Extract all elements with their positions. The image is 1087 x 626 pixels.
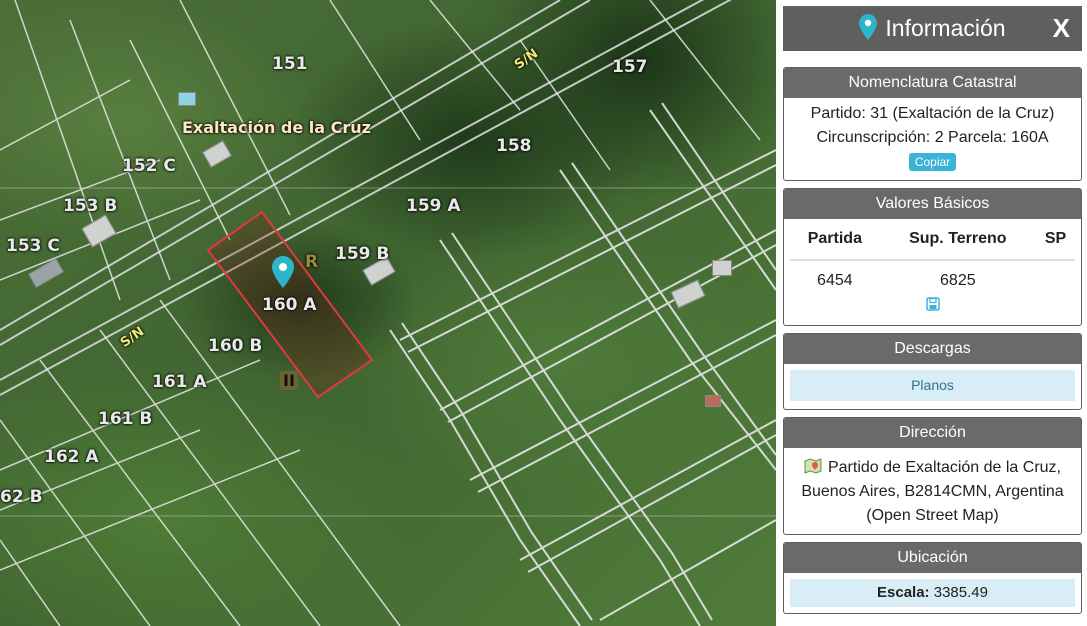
panel-title-text: Información	[885, 15, 1006, 41]
planos-button[interactable]: Planos	[790, 370, 1075, 401]
nomenclatura-card: Nomenclatura Catastral Partido: 31 (Exal…	[783, 67, 1082, 181]
building	[705, 395, 721, 407]
parcel-label-153b: 153 B	[63, 196, 118, 216]
parcel-label-160a: 160 A	[262, 295, 317, 315]
scale-label: Escala:	[877, 584, 930, 601]
parcel-label-161a: 161 A	[152, 372, 207, 392]
map-pin-icon	[859, 14, 878, 40]
save-icon[interactable]	[925, 297, 940, 311]
close-button[interactable]: X	[1053, 6, 1070, 51]
column-header: Sup. Terreno	[879, 221, 1036, 261]
parcel-label-152c: 152 C	[122, 156, 176, 176]
card-title: Dirección	[784, 418, 1081, 448]
valores-table: Partida Sup. Terreno SP 6454 6825	[790, 221, 1075, 295]
parcel-label-159b: 159 B	[335, 244, 390, 264]
parcel-label-153c: 153 C	[6, 236, 60, 256]
map-icon	[804, 458, 822, 474]
locality-label: Exaltación de la Cruz	[182, 118, 371, 137]
parcel-label-151: 151	[272, 54, 308, 74]
column-header: SP	[1035, 221, 1075, 261]
table-row: 6454 6825	[790, 260, 1075, 295]
map-pin-icon[interactable]	[272, 256, 294, 288]
scale-value: 3385.49	[933, 584, 988, 601]
circunscripcion-text: Circunscripción: 2 Parcela: 160A	[816, 129, 1049, 146]
descargas-card: Descargas Planos	[783, 333, 1082, 410]
card-title: Nomenclatura Catastral	[784, 68, 1081, 98]
copy-button[interactable]: Copiar	[908, 153, 957, 171]
zone-label: II	[280, 371, 298, 390]
card-title: Valores Básicos	[784, 189, 1081, 219]
building	[712, 260, 732, 276]
pool	[178, 92, 196, 106]
table-cell: 6825	[940, 272, 976, 289]
ubicacion-card: Ubicación Escala: 3385.49	[783, 542, 1082, 614]
parcel-label-160b: 160 B	[208, 336, 263, 356]
parcel-label-158: 158	[496, 136, 532, 156]
parcel-label-162b: 62 B	[0, 487, 43, 507]
panel-header: Información X	[783, 6, 1082, 51]
address-text: Partido de Exaltación de la Cruz, Buenos…	[801, 459, 1064, 524]
panel-title: Información	[783, 6, 1082, 51]
parcel-label-161b: 161 B	[98, 409, 153, 429]
valores-card: Valores Básicos Partida Sup. Terreno SP …	[783, 188, 1082, 326]
info-panel: Información X Nomenclatura Catastral Par…	[776, 0, 1087, 626]
scale-row: Escala: 3385.49	[790, 579, 1075, 607]
direccion-card: Dirección Partido de Exaltación de la Cr…	[783, 417, 1082, 535]
zone-label: R	[305, 252, 319, 272]
column-header: Partida	[790, 221, 880, 261]
partido-text: Partido: 31 (Exaltación de la Cruz)	[810, 105, 1055, 122]
parcel-label-157: 157	[612, 57, 648, 77]
card-title: Ubicación	[784, 543, 1081, 573]
table-cell	[1036, 260, 1075, 295]
parcel-label-162a: 162 A	[44, 447, 99, 467]
table-cell: 6454	[817, 272, 853, 289]
parcel-label-159a: 159 A	[406, 196, 461, 216]
card-title: Descargas	[784, 334, 1081, 364]
